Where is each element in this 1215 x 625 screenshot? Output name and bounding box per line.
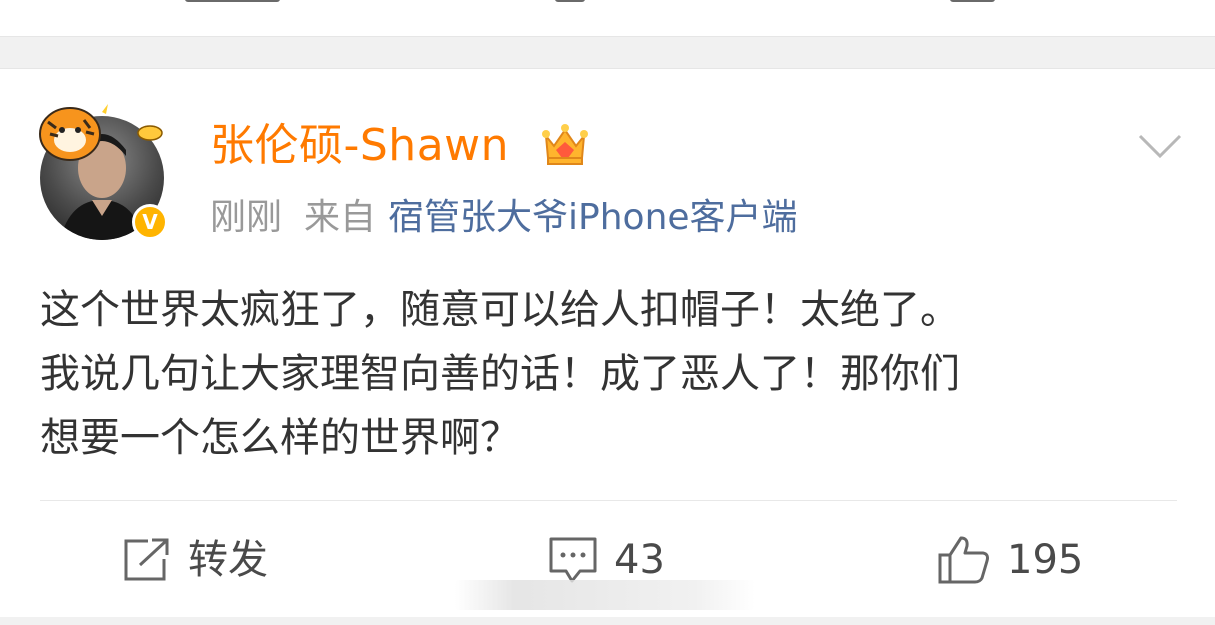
post-time: 刚刚 bbox=[210, 197, 283, 238]
repost-label: 转发 bbox=[188, 537, 268, 583]
action-bar-divider bbox=[40, 500, 1177, 501]
previous-post-action bbox=[950, 0, 995, 2]
source-prefix: 来自 bbox=[304, 197, 377, 238]
author-name[interactable]: 张伦硕-Shawn bbox=[210, 118, 509, 174]
repost-icon bbox=[124, 538, 169, 581]
previous-post-card bbox=[0, 0, 1215, 37]
crown-vip-icon[interactable] bbox=[540, 122, 590, 168]
post-content-line: 这个世界太疯狂了，随意可以给人扣帽子！太绝了。 bbox=[40, 287, 960, 333]
thumbs-up-icon bbox=[938, 536, 989, 584]
previous-post-action bbox=[185, 0, 280, 2]
gold-coin-icon bbox=[137, 125, 163, 141]
source-client-link[interactable]: 宿管张大爷iPhone客户端 bbox=[388, 197, 798, 238]
author-avatar[interactable]: V bbox=[36, 98, 176, 243]
comment-icon bbox=[549, 537, 597, 583]
post-meta: 刚刚 来自 宿管张大爷iPhone客户端 bbox=[210, 194, 798, 242]
post-content-line: 想要一个怎么样的世界啊？ bbox=[40, 415, 520, 461]
previous-post-action bbox=[555, 0, 585, 2]
feed-gap bbox=[0, 617, 1215, 625]
post-content-line: 我说几句让大家理智向善的话！成了恶人了！那你们 bbox=[40, 351, 960, 397]
chevron-down-icon[interactable] bbox=[1136, 130, 1184, 162]
repost-button[interactable]: 转发 bbox=[122, 530, 268, 590]
blurred-overlay bbox=[455, 580, 755, 610]
tiger-avatar-frame-icon bbox=[39, 104, 108, 161]
like-count: 195 bbox=[1007, 537, 1084, 583]
verified-badge-icon: V bbox=[132, 204, 168, 240]
like-button[interactable]: 195 bbox=[937, 530, 1083, 590]
post-content: 这个世界太疯狂了，随意可以给人扣帽子！太绝了。 我说几句让大家理智向善的话！成了… bbox=[40, 278, 1180, 470]
